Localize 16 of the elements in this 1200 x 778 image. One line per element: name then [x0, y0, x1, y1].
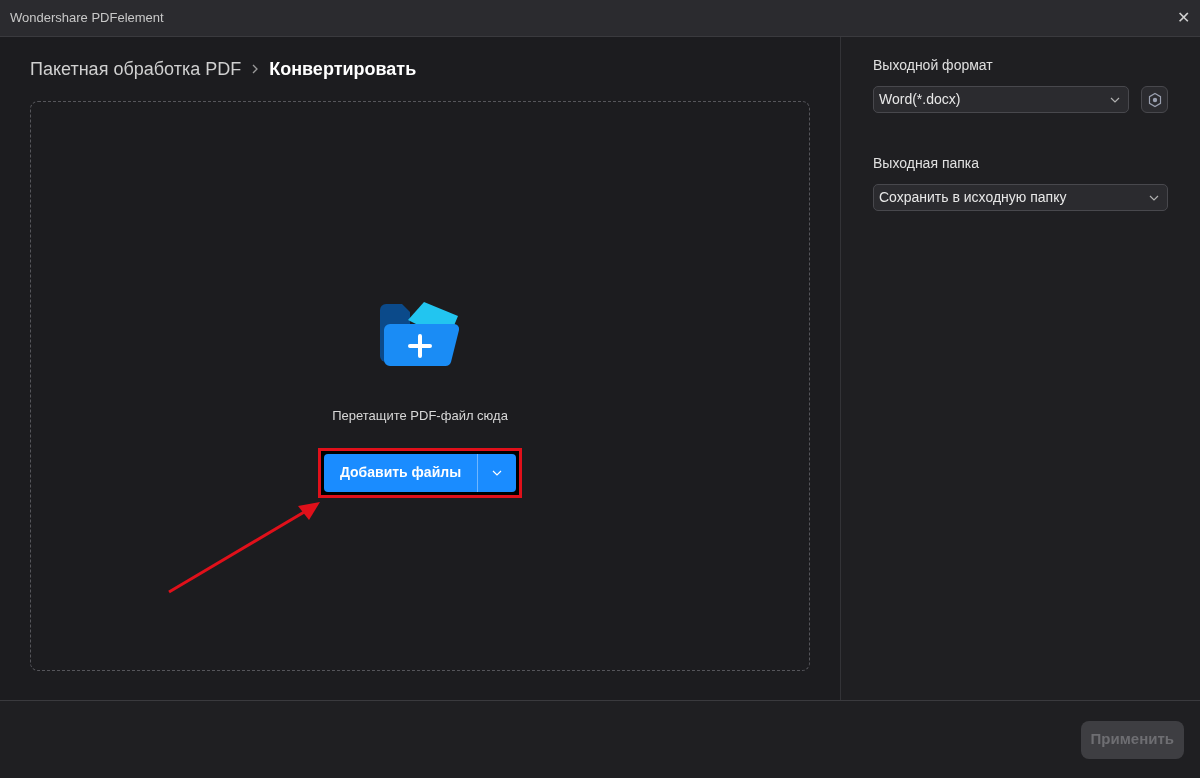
- setting-label: Выходная папка: [873, 154, 981, 173]
- setting-label: Выходной формат: [873, 56, 994, 75]
- folder-dropdown[interactable]: Сохранить в исходную папку: [873, 184, 1168, 211]
- breadcrumb-current: Конвертировать: [269, 57, 417, 81]
- window-title: Wondershare PDFelement: [10, 9, 164, 28]
- drop-hint: Перетащите PDF-файл сюда: [332, 407, 508, 425]
- breadcrumb-link[interactable]: Пакетная обработка PDF: [30, 55, 242, 83]
- chevron-down-icon: [1149, 194, 1159, 201]
- chevron-down-icon: [492, 469, 503, 476]
- drop-zone[interactable]: Перетащите PDF-файл сюда Добавить файлы: [30, 101, 810, 671]
- settings-button[interactable]: [1141, 86, 1168, 113]
- close-button[interactable]: ✕: [1177, 10, 1190, 26]
- chevron-down-icon: [1110, 96, 1120, 103]
- chevron-right-icon: [251, 63, 260, 75]
- hexagon-icon: [1146, 91, 1163, 108]
- format-dropdown[interactable]: Word(*.docx): [873, 86, 1129, 113]
